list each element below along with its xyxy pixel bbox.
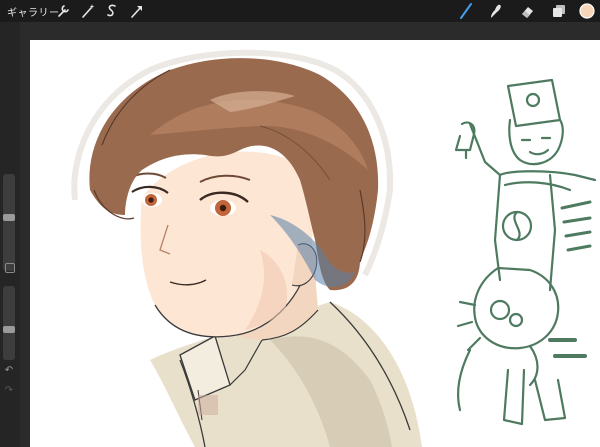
magic-wand-icon[interactable] [80, 2, 96, 20]
top-toolbar: ギャラリー [0, 0, 600, 22]
color-swatch[interactable] [579, 2, 595, 20]
brush-icon[interactable] [458, 2, 474, 20]
smudge-icon[interactable] [487, 2, 503, 20]
opacity-slider-thumb[interactable] [3, 326, 15, 333]
redo-icon[interactable]: ↷ [3, 385, 15, 397]
transform-arrow-icon[interactable] [129, 2, 145, 20]
gallery-button[interactable]: ギャラリー [7, 4, 60, 19]
layers-icon[interactable] [551, 2, 567, 20]
eraser-icon[interactable] [519, 2, 535, 20]
artwork [71, 49, 597, 447]
left-sidebar: ↶ ↷ [0, 22, 20, 447]
modify-button[interactable] [5, 263, 15, 273]
wrench-icon[interactable] [56, 2, 72, 20]
brush-size-slider[interactable] [3, 174, 15, 271]
undo-icon[interactable]: ↶ [3, 365, 15, 377]
drawing-canvas[interactable] [30, 40, 600, 447]
brush-size-slider-thumb[interactable] [3, 214, 15, 221]
selection-s-icon[interactable] [104, 2, 120, 20]
sketch-figure [454, 78, 597, 426]
opacity-slider[interactable] [3, 286, 15, 360]
